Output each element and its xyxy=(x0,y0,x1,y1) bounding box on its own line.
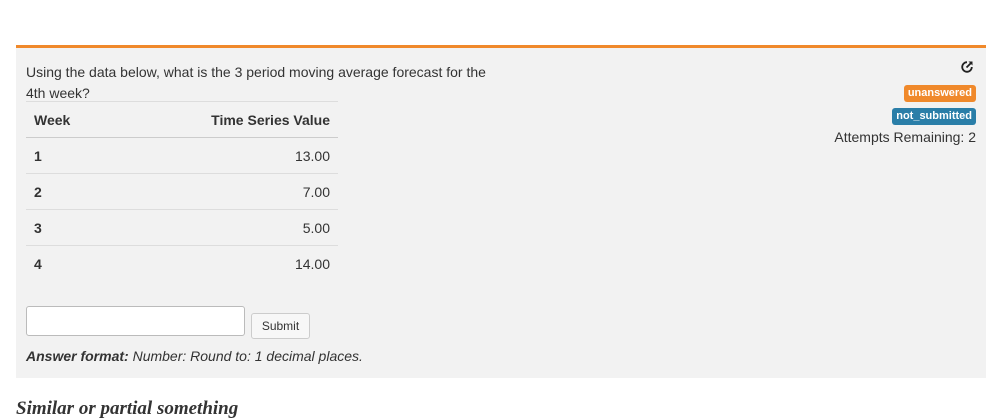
week-cell: 2 xyxy=(26,173,114,210)
answer-format-text: Number: Round to: 1 decimal places. xyxy=(128,348,363,364)
question-card: Using the data below, what is the 3 peri… xyxy=(16,45,986,378)
column-header-value: Time Series Value xyxy=(113,101,338,138)
table-header-row: Week Time Series Value xyxy=(26,101,338,138)
week-cell: 4 xyxy=(26,245,114,282)
status-badge-unanswered: unanswered xyxy=(903,85,976,102)
table-row: 4 14.00 xyxy=(26,245,338,282)
answer-input[interactable] xyxy=(26,306,245,336)
column-header-week: Week xyxy=(26,101,114,138)
week-cell: 1 xyxy=(26,137,114,174)
status-badge-not-submitted: not_submitted xyxy=(892,108,976,125)
submit-button[interactable]: Submit xyxy=(251,313,310,339)
value-cell: 14.00 xyxy=(113,245,338,282)
attempts-remaining: Attempts Remaining: 2 xyxy=(834,129,976,145)
value-cell: 5.00 xyxy=(113,209,338,246)
data-table: Week Time Series Value 1 13.00 2 7.00 3 … xyxy=(26,101,338,282)
share-row xyxy=(834,60,976,77)
question-text: Using the data below, what is the 3 peri… xyxy=(26,64,486,101)
share-icon[interactable] xyxy=(960,60,974,74)
table-row: 2 7.00 xyxy=(26,173,338,210)
status-panel: unanswered not_submitted Attempts Remain… xyxy=(834,60,976,145)
answer-format-label: Answer format: xyxy=(26,348,129,364)
next-section-heading: Similar or partial something xyxy=(16,398,239,419)
value-cell: 7.00 xyxy=(113,173,338,210)
value-cell: 13.00 xyxy=(113,137,338,174)
week-cell: 3 xyxy=(26,209,114,246)
answer-format: Answer format: Number: Round to: 1 decim… xyxy=(26,348,363,364)
table-row: 1 13.00 xyxy=(26,137,338,174)
table-row: 3 5.00 xyxy=(26,209,338,246)
